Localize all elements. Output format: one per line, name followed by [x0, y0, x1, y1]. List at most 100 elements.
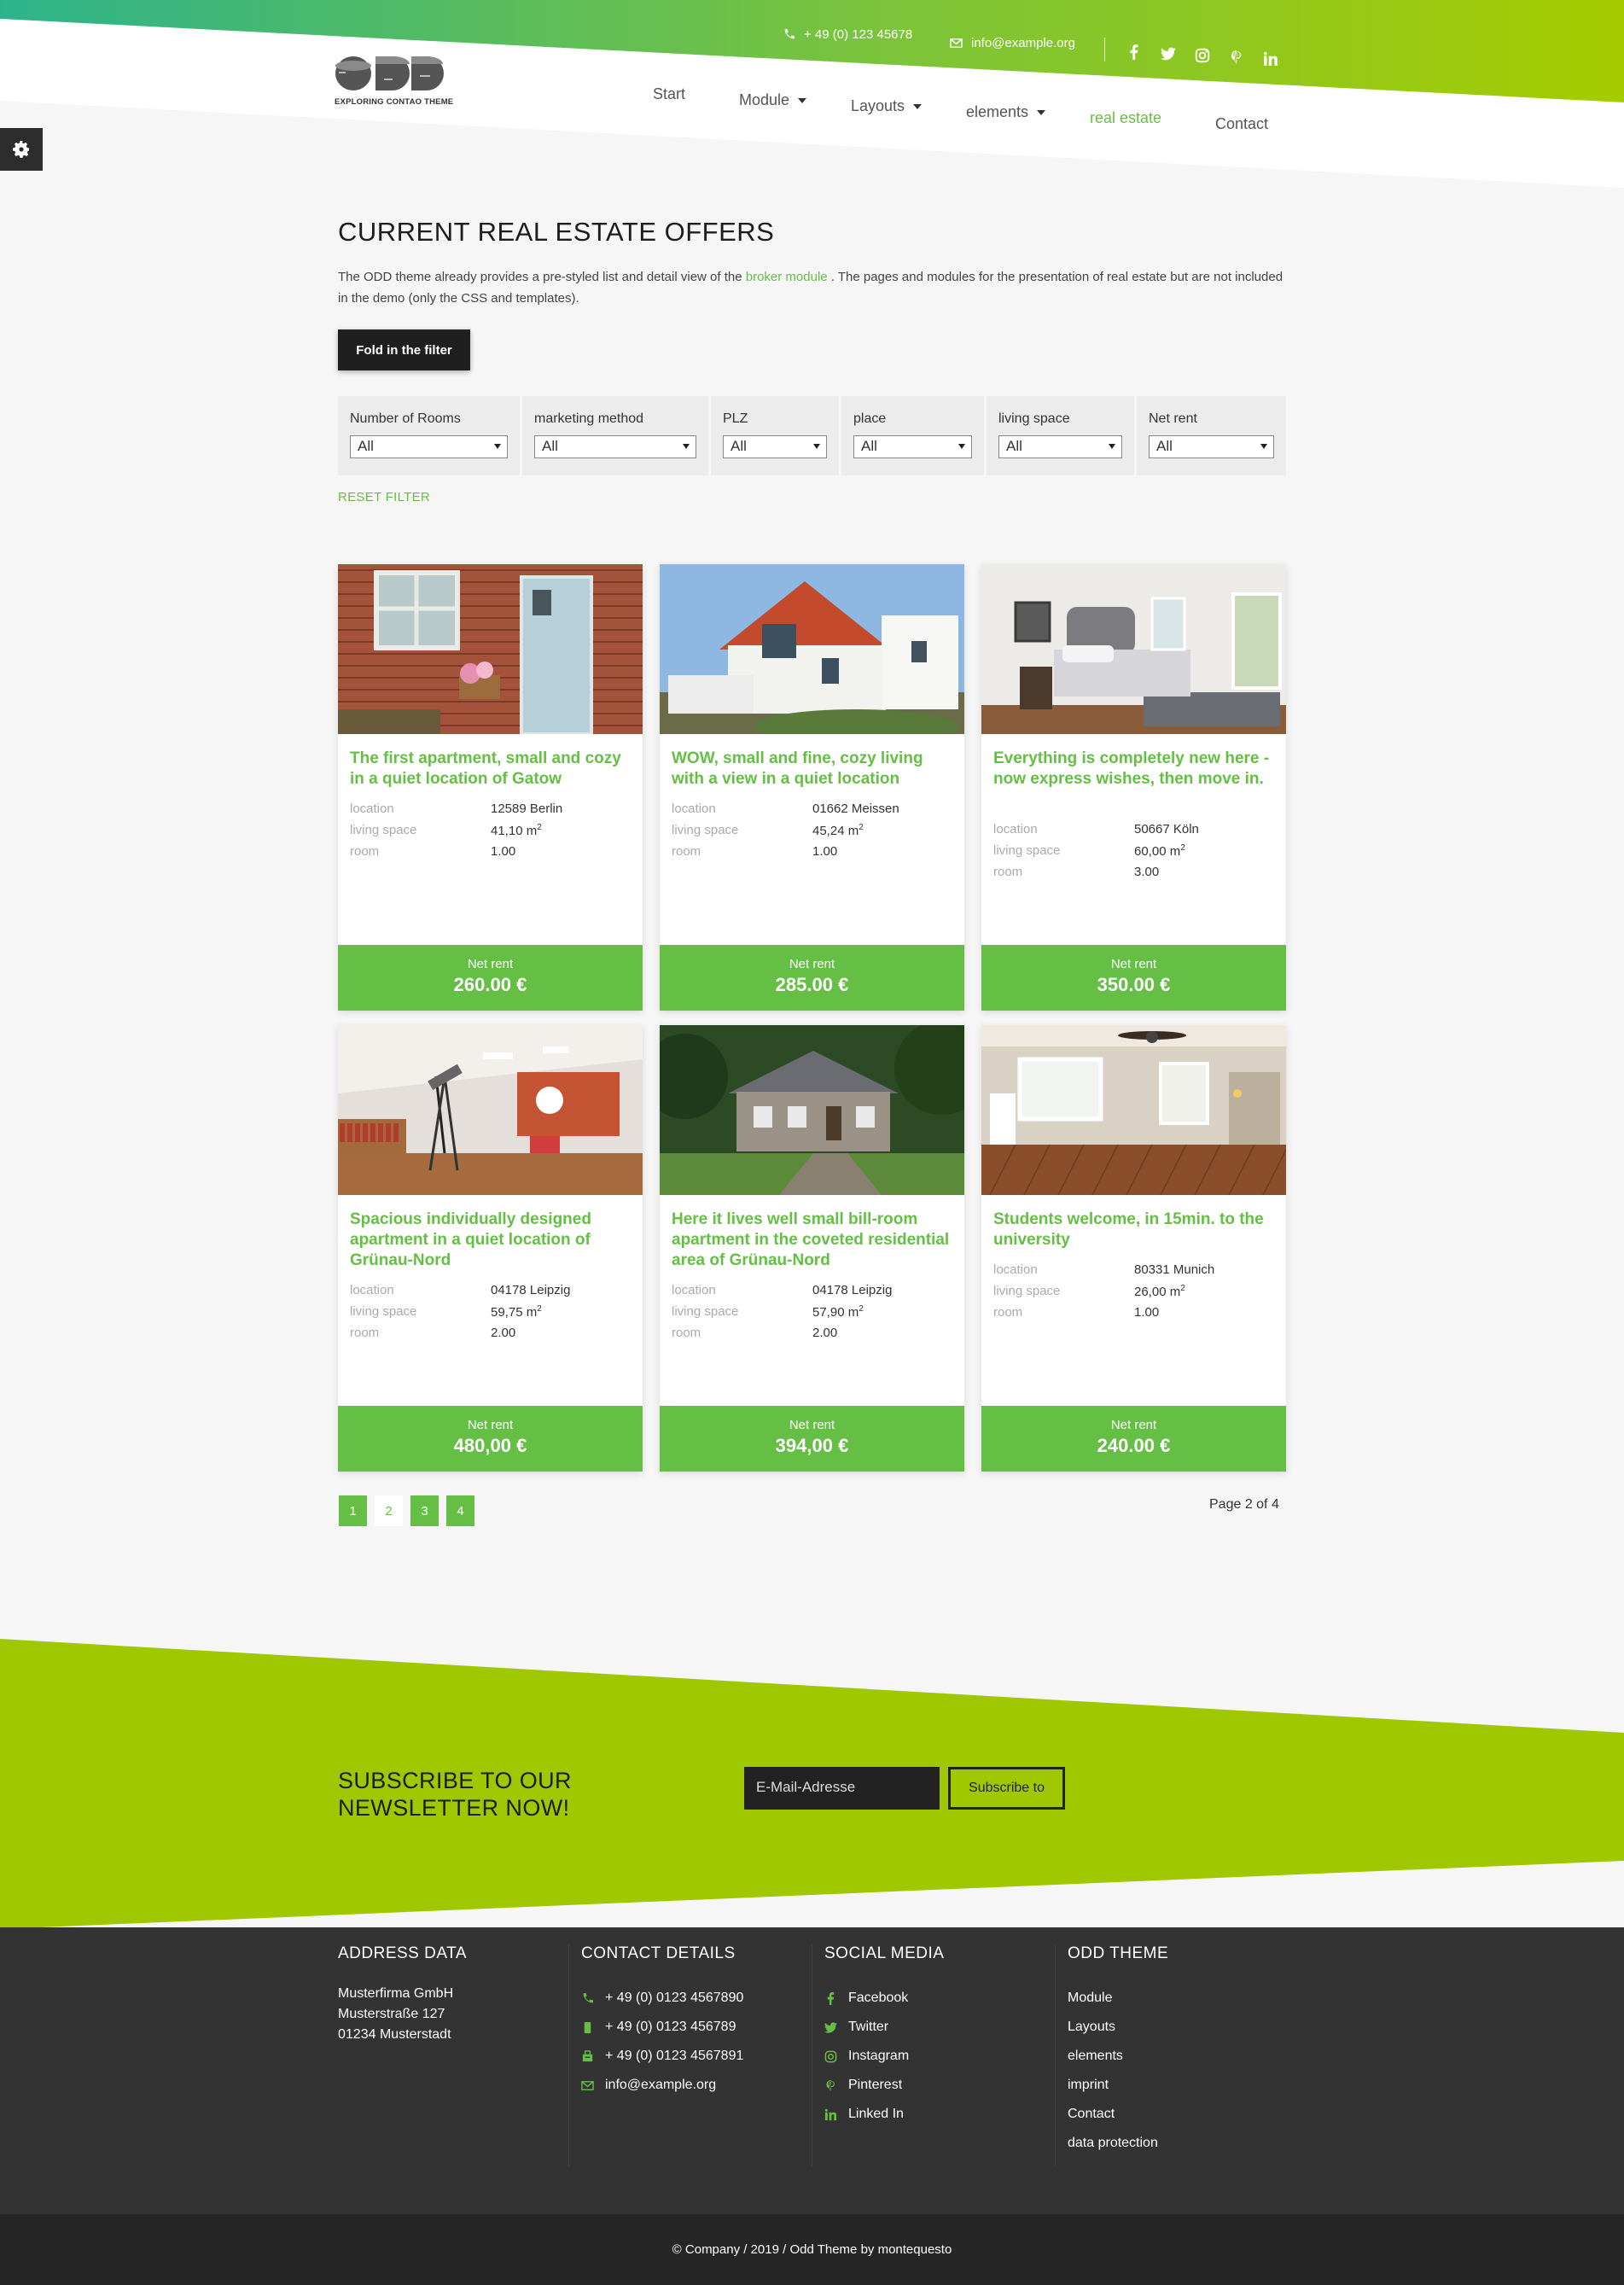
- nav-layouts[interactable]: Layouts: [851, 97, 923, 115]
- listing-price[interactable]: Net rent 285.00 €: [660, 945, 964, 1011]
- listing-title[interactable]: Here it lives well small bill-room apart…: [672, 1210, 958, 1271]
- page-link[interactable]: 3: [410, 1495, 439, 1526]
- listing-photo[interactable]: [338, 564, 643, 734]
- listing-title[interactable]: Spacious individually designed apartment…: [350, 1210, 636, 1271]
- gear-icon: [13, 141, 29, 158]
- listing-title[interactable]: WOW, small and fine, cozy living with a …: [672, 749, 958, 790]
- footer-twitter-label: Twitter: [848, 2020, 889, 2034]
- listing-price[interactable]: Net rent 350.00 €: [981, 945, 1286, 1011]
- facebook-icon: [827, 1991, 835, 2005]
- detail-room: 2.00: [491, 1326, 516, 1340]
- listing-card[interactable]: Here it lives well small bill-room apart…: [660, 1025, 964, 1472]
- price-value: 394,00 €: [775, 1435, 849, 1456]
- topbar-phone[interactable]: + 49 (0) 123 45678: [783, 27, 912, 42]
- footer-linkedin[interactable]: Linked In: [824, 2100, 944, 2129]
- instagram-icon[interactable]: [1195, 48, 1210, 63]
- site-logo[interactable]: EXPLORING CONTAO THEME: [335, 53, 454, 113]
- fold-filter-button[interactable]: Fold in the filter: [338, 329, 470, 370]
- newsletter-email-input[interactable]: E-Mail-Adresse: [744, 1767, 940, 1810]
- nav-start[interactable]: Start: [653, 85, 685, 103]
- listing-card[interactable]: The first apartment, small and cozy in a…: [338, 564, 643, 1011]
- reset-filter-link[interactable]: RESET FILTER: [338, 490, 430, 504]
- detail-living-space: 59,75 m2: [491, 1304, 542, 1320]
- listing-photo[interactable]: [660, 1025, 964, 1195]
- filter-select[interactable]: All: [350, 435, 508, 458]
- listing-title[interactable]: Students welcome, in 15min. to the unive…: [993, 1210, 1279, 1250]
- detail-row: room 1.00: [672, 841, 953, 862]
- linkedin-icon[interactable]: [1263, 51, 1278, 67]
- detail-living-space-value: 59,75 m: [491, 1304, 538, 1320]
- page-link[interactable]: 1: [339, 1495, 367, 1526]
- footer-link-contact[interactable]: Contact: [1068, 2100, 1168, 2129]
- footer-pinterest[interactable]: Pinterest: [824, 2071, 944, 2100]
- listing-price[interactable]: Net rent 240.00 €: [981, 1406, 1286, 1472]
- facebook-icon[interactable]: [1126, 44, 1142, 60]
- footer-fax[interactable]: + 49 (0) 0123 4567891: [581, 2042, 743, 2071]
- filter-select[interactable]: All: [1149, 435, 1274, 458]
- detail-row: location 01662 Meissen: [672, 798, 953, 819]
- nav-contact[interactable]: Contact: [1215, 115, 1268, 133]
- detail-living-space-value: 45,24 m: [812, 823, 859, 838]
- listing-title[interactable]: The first apartment, small and cozy in a…: [350, 749, 636, 790]
- pinterest-icon[interactable]: [1229, 50, 1244, 65]
- detail-living-space-value: 41,10 m: [491, 823, 538, 838]
- listing-card[interactable]: Everything is completely new here - now …: [981, 564, 1286, 1011]
- price-value: 285.00 €: [775, 974, 849, 995]
- listing-price[interactable]: Net rent 260.00 €: [338, 945, 643, 1011]
- listing-details: location 01662 Meissen living space 45,24 m…: [672, 798, 953, 862]
- listing-card[interactable]: WOW, small and fine, cozy living with a …: [660, 564, 964, 1011]
- detail-row: location 12589 Berlin: [350, 798, 632, 819]
- square-unit: 2: [537, 822, 542, 832]
- footer-link-layouts[interactable]: Layouts: [1068, 2013, 1168, 2042]
- detail-label: location: [672, 801, 716, 816]
- nav-real-estate[interactable]: real estate: [1090, 109, 1161, 127]
- chevron-down-icon: [813, 444, 820, 449]
- nav-elements[interactable]: elements: [966, 103, 1046, 121]
- listing-title[interactable]: Everything is completely new here - now …: [993, 749, 1279, 790]
- footer-pinterest-label: Pinterest: [848, 2078, 903, 2092]
- footer-link-elements[interactable]: elements: [1068, 2042, 1168, 2071]
- topbar-email[interactable]: info@example.org: [950, 36, 1075, 50]
- detail-row: room 3.00: [993, 861, 1275, 883]
- footer-link-data-protection[interactable]: data protection: [1068, 2129, 1168, 2158]
- listing-photo[interactable]: [981, 564, 1286, 734]
- footer-link-imprint[interactable]: imprint: [1068, 2071, 1168, 2100]
- footer-mobile[interactable]: + 49 (0) 0123 456789: [581, 2013, 743, 2042]
- filter-select[interactable]: All: [534, 435, 696, 458]
- page-link[interactable]: 4: [446, 1495, 474, 1526]
- listing-price[interactable]: Net rent 480,00 €: [338, 1406, 643, 1472]
- broker-module-link[interactable]: broker module: [746, 270, 828, 284]
- filter-select[interactable]: All: [853, 435, 972, 458]
- listing-photo[interactable]: [660, 564, 964, 734]
- nav-module[interactable]: Module: [739, 91, 807, 109]
- filter-label: Net rent: [1149, 411, 1197, 426]
- subscribe-button[interactable]: Subscribe to: [948, 1767, 1065, 1810]
- detail-label: room: [993, 1305, 1023, 1320]
- envelope-icon: [581, 2080, 594, 2090]
- footer-twitter[interactable]: Twitter: [824, 2013, 944, 2042]
- footer-instagram[interactable]: Instagram: [824, 2042, 944, 2071]
- footer-facebook[interactable]: Facebook: [824, 1984, 944, 2013]
- detail-living-space: 60,00 m2: [1134, 843, 1185, 859]
- footer-link-module[interactable]: Module: [1068, 1984, 1168, 2013]
- pinterest-icon: [826, 2079, 835, 2091]
- footer-contact: CONTACT DETAILS + 49 (0) 0123 4567890 + …: [581, 1944, 743, 2100]
- footer-mobile-text: + 49 (0) 0123 456789: [605, 2020, 736, 2034]
- listing-card[interactable]: Students welcome, in 15min. to the unive…: [981, 1025, 1286, 1472]
- copyright: © Company / 2019 / Odd Theme by monteque…: [0, 2214, 1624, 2285]
- listing-price[interactable]: Net rent 394,00 €: [660, 1406, 964, 1472]
- filter-select[interactable]: All: [723, 435, 827, 458]
- listing-photo[interactable]: [981, 1025, 1286, 1195]
- listing-card[interactable]: Spacious individually designed apartment…: [338, 1025, 643, 1472]
- footer-email[interactable]: info@example.org: [581, 2071, 743, 2100]
- footer-fax-text: + 49 (0) 0123 4567891: [605, 2049, 744, 2063]
- twitter-icon[interactable]: [1161, 46, 1176, 61]
- settings-button[interactable]: [0, 128, 43, 171]
- footer-phone[interactable]: + 49 (0) 0123 4567890: [581, 1984, 743, 2013]
- detail-room: 1.00: [491, 844, 516, 859]
- page-link[interactable]: 2: [375, 1495, 403, 1526]
- footer-phone-text: + 49 (0) 0123 4567890: [605, 1991, 744, 2005]
- filter-select[interactable]: All: [998, 435, 1122, 458]
- listing-photo[interactable]: [338, 1025, 643, 1195]
- price-label: Net rent: [467, 1418, 514, 1432]
